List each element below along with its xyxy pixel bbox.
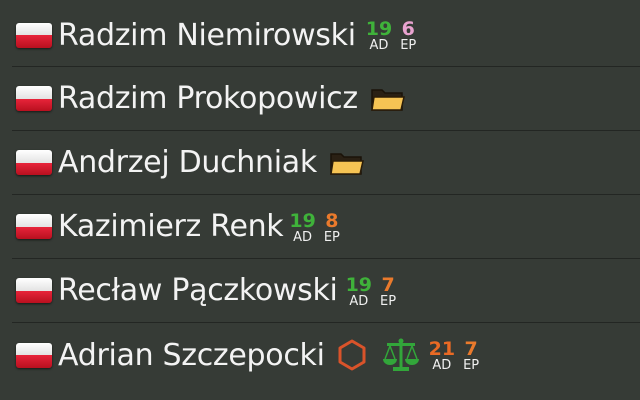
ep-label: EP <box>323 229 340 245</box>
ep-value: 6 <box>401 18 415 40</box>
folder-icon <box>370 88 405 111</box>
ad-label: AD <box>293 229 313 245</box>
player-name: Adrian Szczepocki <box>58 337 325 373</box>
ep-value: 7 <box>464 338 478 360</box>
ep-stat: 7 EP <box>463 338 480 373</box>
player-row[interactable]: Kazimierz Renk 19 AD 8 EP <box>12 195 640 259</box>
ep-label: EP <box>400 38 417 53</box>
player-list: Radzim Niemirowski 19 AD 6 EP Radzim Pro… <box>0 0 640 387</box>
player-row[interactable]: Adrian Szczepocki 21 AD 7 EP <box>12 323 640 387</box>
ad-value: 21 <box>428 338 456 360</box>
ad-label: AD <box>349 293 369 309</box>
ep-stat: 7 EP <box>380 273 397 309</box>
poland-flag-icon <box>16 342 52 368</box>
ep-stat: 6 EP <box>400 18 417 53</box>
ad-stat: 19 AD <box>345 273 373 309</box>
player-name: Kazimierz Renk <box>58 209 284 244</box>
player-row[interactable]: Andrzej Duchniak <box>12 131 640 195</box>
poland-flag-icon <box>16 150 52 175</box>
folder-icon <box>330 152 364 175</box>
ad-label: AD <box>369 38 389 53</box>
player-row[interactable]: Radzim Prokopowicz <box>12 67 640 131</box>
ep-value: 7 <box>381 273 395 296</box>
player-name: Recław Pączkowski <box>58 273 338 308</box>
ad-label: AD <box>432 358 452 373</box>
player-row[interactable]: Recław Pączkowski 19 AD 7 EP <box>12 259 640 323</box>
player-name: Radzim Prokopowicz <box>58 81 358 116</box>
ad-value: 19 <box>365 18 393 40</box>
player-name: Andrzej Duchniak <box>58 145 317 180</box>
ad-stat: 19 AD <box>365 18 393 53</box>
ad-stat: 19 AD <box>289 209 316 245</box>
ad-value: 19 <box>345 273 373 296</box>
hexagon-icon <box>338 339 366 371</box>
ep-stat: 8 EP <box>323 209 340 245</box>
poland-flag-icon <box>16 214 52 239</box>
ad-stat: 21 AD <box>428 338 456 373</box>
poland-flag-icon <box>16 86 52 111</box>
poland-flag-icon <box>16 278 52 303</box>
player-name: Radzim Niemirowski <box>58 17 356 53</box>
ad-value: 19 <box>289 209 316 232</box>
poland-flag-icon <box>16 22 52 48</box>
ep-label: EP <box>463 358 480 373</box>
ep-label: EP <box>380 293 397 309</box>
ep-value: 8 <box>325 209 339 232</box>
scales-icon <box>382 338 419 371</box>
player-row[interactable]: Radzim Niemirowski 19 AD 6 EP <box>12 0 640 67</box>
